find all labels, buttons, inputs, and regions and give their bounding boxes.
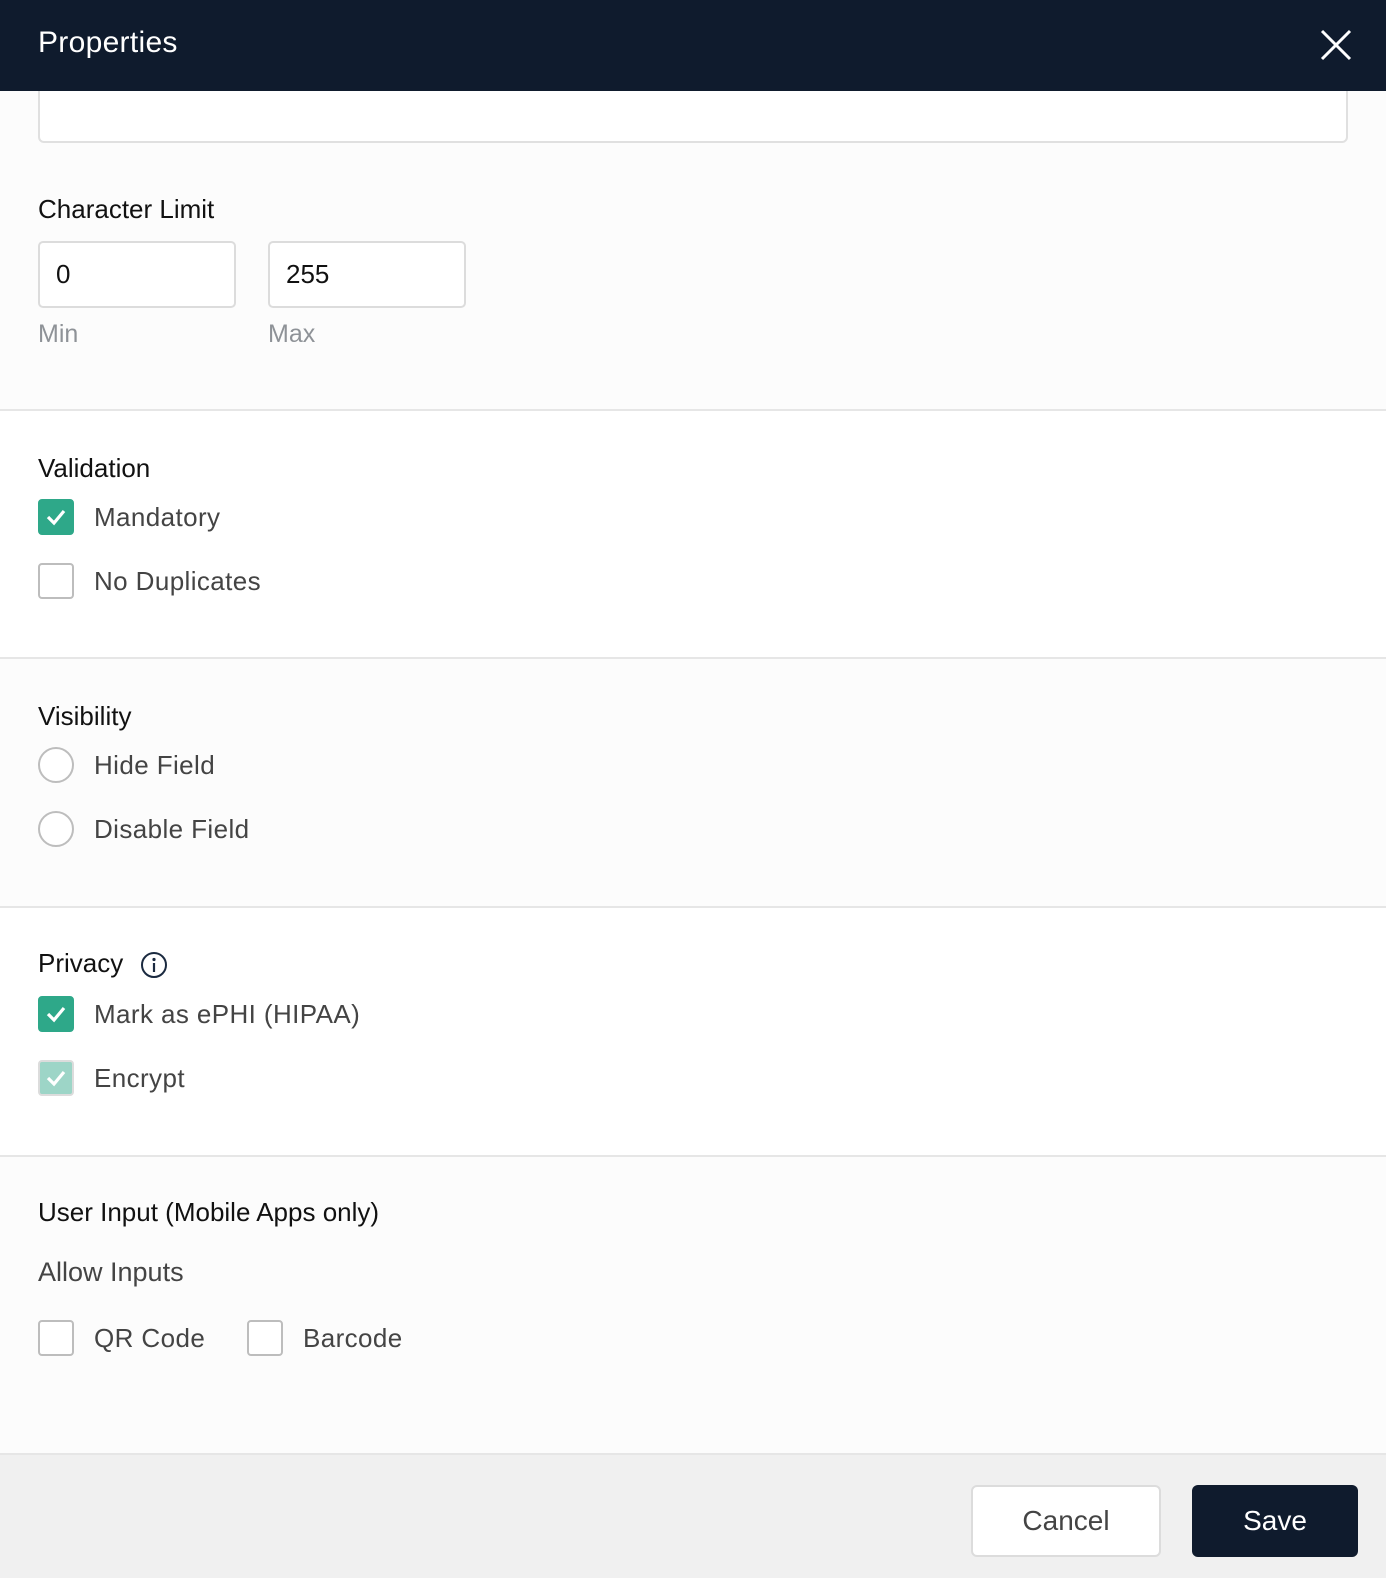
dialog-footer: Cancel Save: [0, 1453, 1386, 1578]
check-icon: [46, 1006, 66, 1023]
validation-section: Validation Mandatory No Duplicates: [0, 411, 1386, 657]
info-icon[interactable]: [140, 951, 168, 979]
user-input-section: User Input (Mobile Apps only) Allow Inpu…: [0, 1157, 1386, 1453]
close-icon: [1320, 29, 1352, 61]
validation-title: Validation: [38, 453, 151, 483]
save-button[interactable]: Save: [1192, 1485, 1358, 1557]
check-icon: [46, 1070, 66, 1087]
properties-content[interactable]: Character Limit 0 255 Min Max Validation…: [0, 91, 1386, 1453]
check-icon: [46, 509, 66, 526]
privacy-section: Privacy Mark as ePHI (HIPAA) Encrypt: [0, 908, 1386, 1155]
checkbox-unchecked[interactable]: [38, 563, 74, 599]
character-limit-section: Character Limit 0 255 Min Max: [0, 91, 1386, 409]
mark-ephi-label: Mark as ePHI (HIPAA): [94, 998, 361, 1029]
max-label: Max: [268, 320, 316, 348]
checkbox-unchecked[interactable]: [247, 1320, 283, 1356]
hide-field-radio[interactable]: Hide Field: [38, 747, 215, 783]
radio-button[interactable]: [38, 747, 74, 783]
mandatory-checkbox[interactable]: Mandatory: [38, 499, 220, 535]
qr-code-label: QR Code: [94, 1322, 206, 1353]
min-chars-input[interactable]: 0: [38, 241, 236, 308]
dialog-header: Properties: [0, 0, 1386, 91]
radio-button[interactable]: [38, 811, 74, 847]
encrypt-label: Encrypt: [94, 1062, 185, 1093]
close-button[interactable]: [1318, 27, 1354, 63]
visibility-title: Visibility: [38, 701, 132, 731]
user-input-title: User Input (Mobile Apps only): [38, 1197, 380, 1227]
checkbox-checked[interactable]: [38, 499, 74, 535]
disable-field-label: Disable Field: [94, 813, 250, 844]
privacy-title: Privacy: [38, 948, 168, 979]
encrypt-checkbox: Encrypt: [38, 1060, 185, 1096]
hide-field-label: Hide Field: [94, 749, 216, 780]
qr-code-checkbox[interactable]: QR Code: [38, 1320, 205, 1356]
cancel-button[interactable]: Cancel: [971, 1485, 1161, 1557]
no-duplicates-label: No Duplicates: [94, 565, 262, 596]
visibility-section: Visibility Hide Field Disable Field: [0, 659, 1386, 906]
mandatory-label: Mandatory: [94, 501, 221, 532]
checkbox-checked[interactable]: [38, 996, 74, 1032]
dialog-title: Properties: [38, 26, 178, 59]
top-text-field[interactable]: [38, 91, 1348, 143]
no-duplicates-checkbox[interactable]: No Duplicates: [38, 563, 261, 599]
max-chars-input[interactable]: 255: [268, 241, 466, 308]
disable-field-radio[interactable]: Disable Field: [38, 811, 250, 847]
allow-inputs-label: Allow Inputs: [38, 1257, 184, 1287]
min-label: Min: [38, 320, 79, 348]
checkbox-unchecked[interactable]: [38, 1320, 74, 1356]
checkbox-checked-disabled: [38, 1060, 74, 1096]
barcode-label: Barcode: [303, 1322, 403, 1353]
mark-ephi-checkbox[interactable]: Mark as ePHI (HIPAA): [38, 996, 360, 1032]
privacy-title-text: Privacy: [38, 948, 124, 978]
barcode-checkbox[interactable]: Barcode: [247, 1320, 403, 1356]
character-limit-title: Character Limit: [38, 194, 215, 224]
